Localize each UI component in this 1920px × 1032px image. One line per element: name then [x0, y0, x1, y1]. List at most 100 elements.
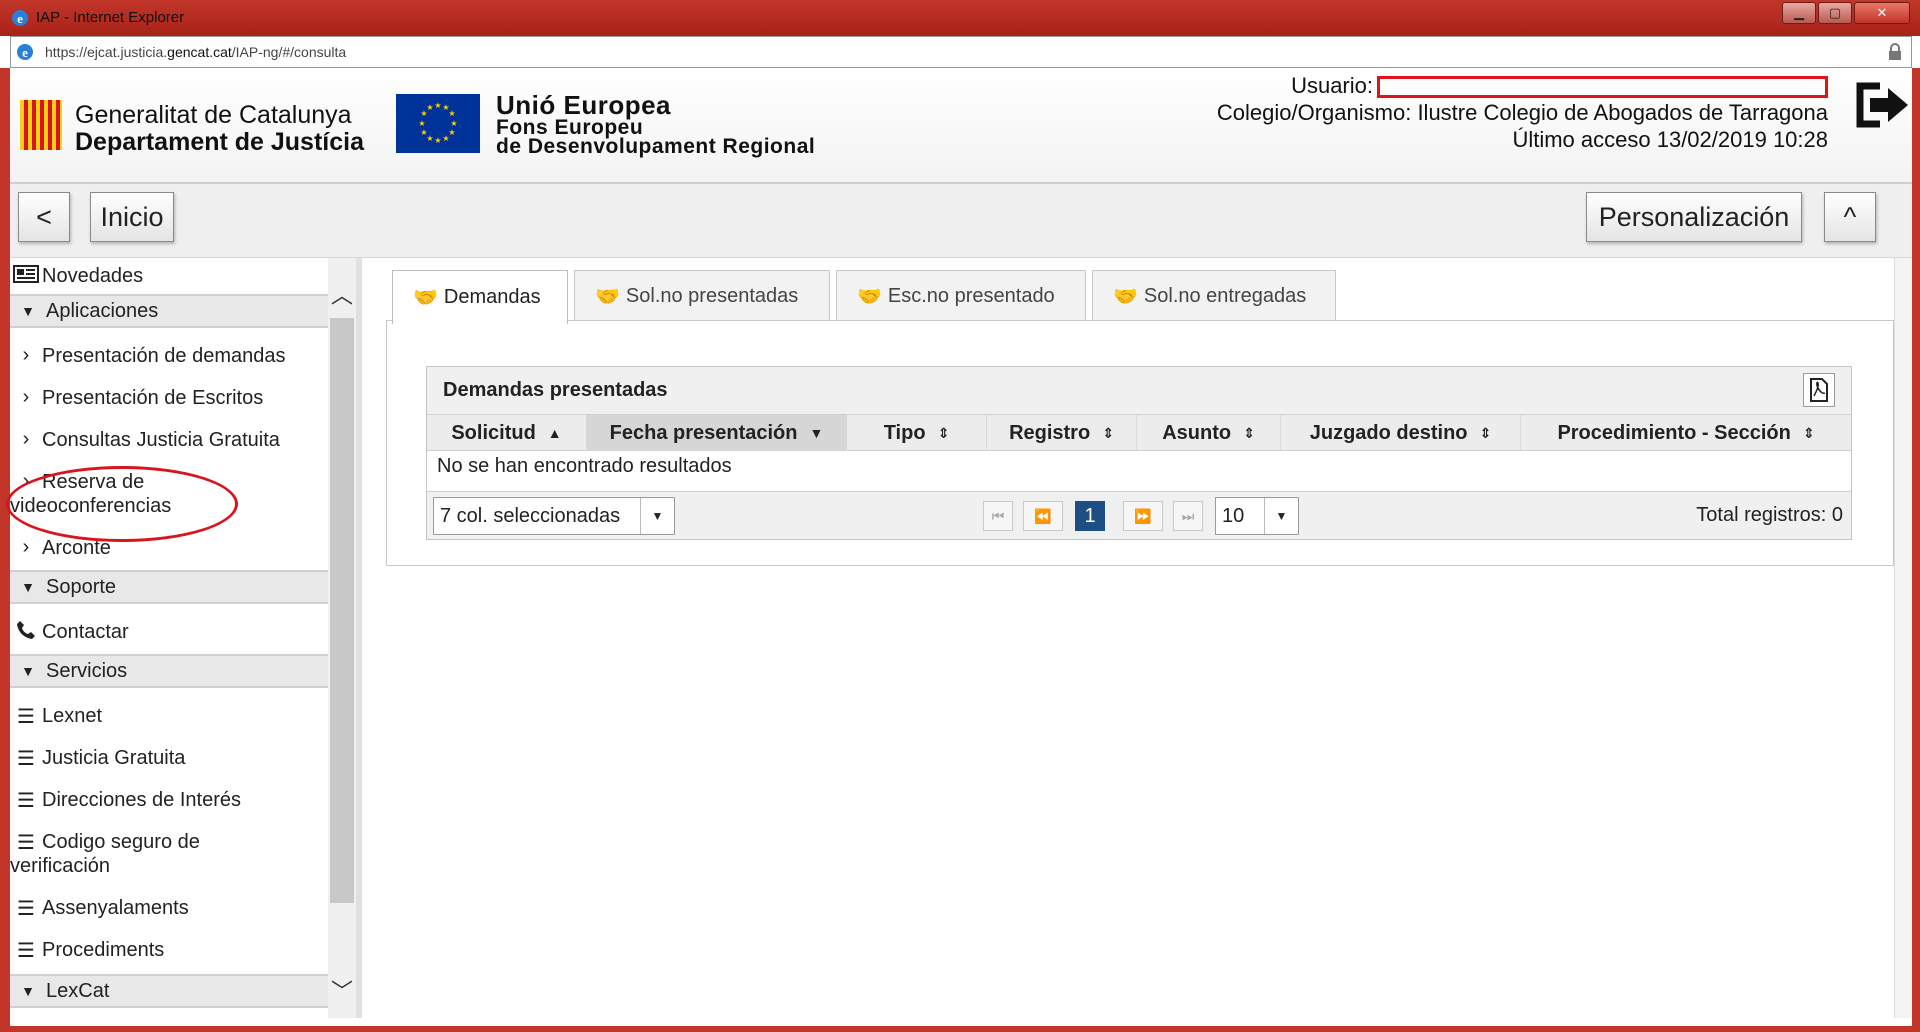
url-domain: gencat.cat [167, 44, 232, 60]
column-label: Juzgado destino [1309, 421, 1468, 444]
column-header-fecha-presentacion[interactable]: Fecha presentación ▼ [587, 415, 847, 451]
handshake-icon: 🤝 [595, 286, 620, 308]
tab-sol-no-presentadas[interactable]: 🤝 Sol.no presentadas [574, 270, 830, 322]
url-path: /IAP-ng/#/consulta [231, 44, 347, 60]
sidebar-item-consultas-justicia-gratuita[interactable]: › Consultas Justicia Gratuita [10, 428, 328, 452]
sidebar-item-codigo-seguro[interactable]: ☰ Codigo seguro de verificación [10, 830, 250, 878]
svg-text:e: e [22, 45, 28, 60]
sidebar-section-lexcat[interactable]: ▼ LexCat [10, 974, 328, 1008]
sort-icon: ▲ [547, 425, 562, 441]
page-1-button[interactable]: 1 [1075, 501, 1105, 531]
tab-label: Sol.no presentadas [625, 285, 799, 307]
list-icon: ☰ [17, 898, 35, 920]
tab-label: Sol.no entregadas [1143, 285, 1307, 307]
column-header-tipo[interactable]: Tipo ⇕ [847, 415, 987, 451]
maximize-button[interactable]: ▢ [1818, 2, 1852, 24]
section-label: Servicios [46, 659, 128, 682]
page-favicon-icon: e [17, 44, 33, 60]
svg-text:★: ★ [434, 136, 441, 145]
sidebar-divider[interactable] [356, 258, 362, 1018]
column-header-juzgado-destino[interactable]: Juzgado destino ⇕ [1281, 415, 1521, 451]
pdf-icon [1810, 378, 1828, 402]
eu-text: Unió Europea Fons Europeu de Desenvolupa… [496, 92, 815, 157]
handshake-icon: 🤝 [1113, 286, 1138, 308]
scroll-down-icon[interactable]: ﹀ [328, 974, 356, 1004]
window-frame-left [0, 68, 10, 1032]
collapse-header-button[interactable]: ^ [1824, 192, 1876, 242]
tab-sol-no-entregadas[interactable]: 🤝 Sol.no entregadas [1092, 270, 1336, 322]
sidebar-item-label: Presentación de demandas [42, 345, 286, 367]
redacted-username [1377, 76, 1828, 99]
sidebar-section-aplicaciones[interactable]: ▼ Aplicaciones [10, 294, 328, 328]
generalitat-text: Generalitat de Catalunya Departament de … [75, 102, 364, 156]
scrollbar-thumb[interactable] [330, 318, 354, 903]
address-bar[interactable]: e https://ejcat.justicia.gencat.cat/IAP-… [10, 36, 1912, 68]
chevron-right-icon: › [22, 536, 30, 558]
column-header-registro[interactable]: Registro ⇕ [987, 415, 1137, 451]
user-info: Usuario: Colegio/Organismo: Ilustre Cole… [1142, 72, 1902, 153]
personalize-button[interactable]: Personalización [1586, 192, 1802, 242]
export-pdf-button[interactable] [1803, 373, 1835, 407]
column-header-solicitud[interactable]: Solicitud ▲ [427, 415, 587, 451]
last-page-button[interactable]: ⏭ [1173, 501, 1203, 531]
close-window-button[interactable]: ✕ [1854, 2, 1910, 24]
home-button[interactable]: Inicio [90, 192, 174, 242]
tab-demandas[interactable]: 🤝 Demandas [392, 270, 568, 324]
main-scrollbar[interactable] [1894, 258, 1912, 1018]
department-name: Departament de Justícia [75, 128, 364, 156]
minimize-button[interactable]: ▁ [1782, 2, 1816, 24]
sidebar-section-servicios[interactable]: ▼ Servicios [10, 654, 328, 688]
sidebar-item-label: Contactar [42, 621, 129, 643]
url-text[interactable]: https://ejcat.justicia.gencat.cat/IAP-ng… [45, 44, 346, 60]
sidebar-item-procediments[interactable]: ☰ Procediments [10, 938, 328, 963]
sidebar-item-arconte[interactable]: › Arconte [10, 536, 328, 560]
sidebar-scrollbar[interactable]: ︿ ﹀ [328, 258, 356, 1018]
total-records: Total registros: 0 [1696, 504, 1843, 526]
section-label: LexCat [46, 979, 110, 1002]
svg-text:★: ★ [434, 101, 441, 110]
sidebar-item-direcciones-interes[interactable]: ☰ Direcciones de Interés [10, 788, 328, 813]
caret-down-icon: ▼ [21, 663, 35, 679]
column-label: Tipo [883, 421, 926, 444]
caret-down-icon: ▼ [1264, 498, 1298, 534]
next-page-button[interactable]: ⏩ [1123, 501, 1163, 531]
empty-results-message: No se han encontrado resultados [437, 455, 732, 477]
sidebar-item-presentacion-demandas[interactable]: › Presentación de demandas [10, 344, 328, 368]
toolbar: < Inicio Personalización ^ [10, 184, 1912, 258]
logout-icon[interactable] [1854, 80, 1912, 130]
sidebar-item-label: Novedades [42, 265, 144, 287]
column-header-procedimiento-seccion[interactable]: Procedimiento - Sección ⇕ [1521, 415, 1851, 451]
sort-icon: ⇕ [1243, 424, 1255, 441]
grid-footer: 7 col. seleccionadas ▼ ⏮ ⏪ 1 ⏩ ⏭ 10 ▼ To… [427, 491, 1851, 539]
sort-icon: ⇕ [937, 424, 950, 441]
scroll-up-icon[interactable]: ︿ [328, 278, 356, 308]
sidebar-item-lexnet[interactable]: ☰ Lexnet [10, 704, 328, 729]
previous-page-button[interactable]: ⏪ [1023, 501, 1063, 531]
sidebar-item-novedades[interactable]: Novedades [10, 264, 328, 290]
sidebar-item-label: Presentación de Escritos [42, 387, 264, 409]
back-button[interactable]: < [18, 192, 70, 242]
tab-esc-no-presentado[interactable]: 🤝 Esc.no presentado [836, 270, 1086, 322]
section-label: Soporte [46, 575, 117, 598]
list-icon: ☰ [17, 940, 35, 962]
sort-icon: ⇕ [1802, 424, 1815, 441]
app-header: Generalitat de Catalunya Departament de … [10, 68, 1912, 184]
sidebar-item-justicia-gratuita[interactable]: ☰ Justicia Gratuita [10, 746, 328, 771]
chevron-right-icon: › [22, 386, 30, 408]
first-page-button[interactable]: ⏮ [983, 501, 1013, 531]
sidebar-item-presentacion-escritos[interactable]: › Presentación de Escritos [10, 386, 328, 410]
columns-select[interactable]: 7 col. seleccionadas ▼ [433, 497, 675, 535]
chevron-right-icon: › [22, 344, 30, 366]
sidebar-item-reserva-videoconferencias[interactable]: › Reserva de videoconferencias [10, 470, 270, 518]
page-size-value: 10 [1222, 504, 1245, 527]
sidebar-item-label: Lexnet [42, 705, 103, 727]
column-label: Solicitud [451, 421, 536, 444]
sidebar-section-soporte[interactable]: ▼ Soporte [10, 570, 328, 604]
sidebar-item-contactar[interactable]: Contactar [10, 620, 328, 646]
column-header-asunto[interactable]: Asunto ⇕ [1137, 415, 1281, 451]
window-titlebar: e IAP - Internet Explorer ▁ ▢ ✕ [0, 0, 1920, 36]
column-label: Asunto [1162, 421, 1232, 444]
page-size-select[interactable]: 10 ▼ [1215, 497, 1299, 535]
lock-icon[interactable] [1887, 43, 1903, 61]
sidebar-item-assenyalaments[interactable]: ☰ Assenyalaments [10, 896, 328, 921]
